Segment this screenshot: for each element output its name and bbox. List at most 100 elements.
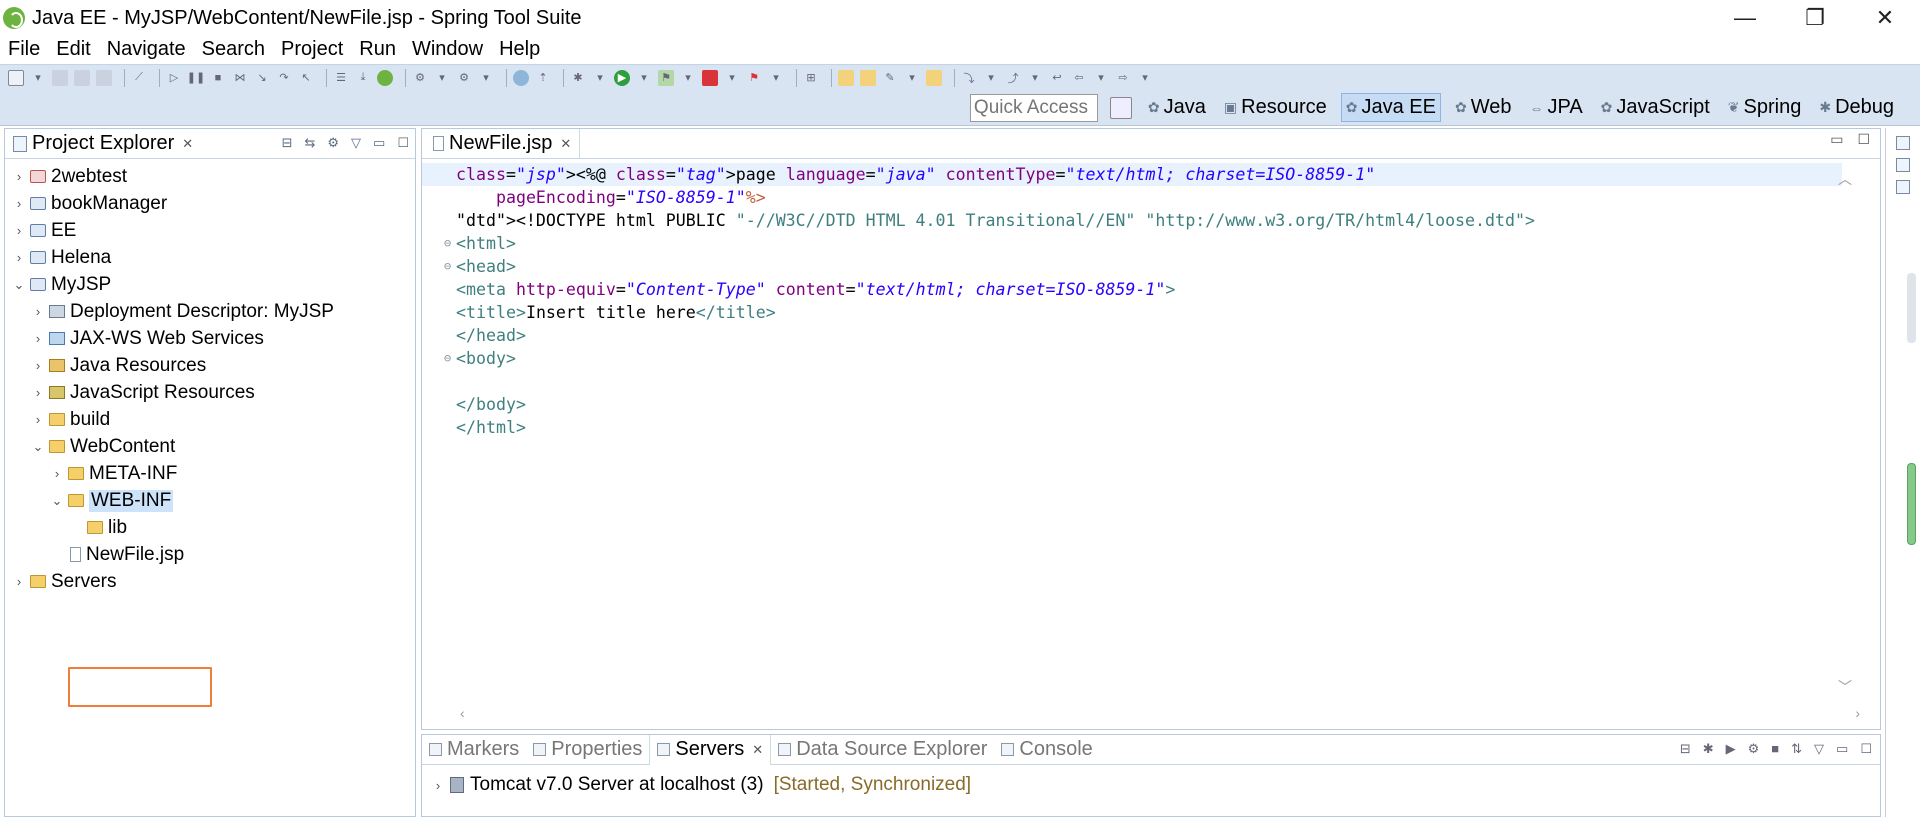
suspend-icon[interactable]: ❚❚ [187,70,205,86]
scroll-up-icon[interactable]: ︿ [1838,169,1852,189]
tree-item[interactable]: lib [5,514,415,541]
close-window-button[interactable]: ✕ [1850,0,1920,36]
tab-project-explorer[interactable]: Project Explorer ✕ [5,129,201,159]
chevron-right-icon[interactable]: › [11,250,27,265]
menu-edit[interactable]: Edit [56,38,90,61]
tab-newfile-jsp[interactable]: NewFile.jsp ✕ [422,128,581,159]
save-icon[interactable] [52,69,68,86]
next-annotation-icon[interactable]: ⤵ [961,70,977,86]
code-line[interactable]: <meta http-equiv="Content-Type" content=… [422,278,1842,301]
collapse-all-icon[interactable]: ⊟ [282,135,293,151]
chevron-right-icon[interactable]: › [11,196,27,211]
spring-dashboard-icon[interactable] [377,69,393,86]
restore-view-icon[interactable] [1896,136,1910,150]
dropdown-arrow-icon[interactable]: ▾ [904,70,920,86]
tab-data-source-explorer[interactable]: Data Source Explorer [771,735,994,765]
tree-item[interactable]: ⌄ WebContent [5,433,415,460]
chevron-right-icon[interactable]: › [30,358,46,373]
scroll-right-icon[interactable]: › [1855,705,1860,721]
scroll-left-icon[interactable]: ‹ [460,705,465,721]
open-task-icon[interactable] [926,69,942,86]
tree-item[interactable]: › EE [5,217,415,244]
external-tools-icon[interactable]: ⚑ [658,69,674,86]
tab-properties[interactable]: Properties [526,735,649,765]
step-over-icon[interactable]: ↷ [276,70,292,86]
chevron-right-icon[interactable]: › [11,169,27,184]
fold-toggle-icon[interactable]: ⊖ [444,347,451,370]
tree-item-selected[interactable]: ⌄ WEB-INF [5,487,415,514]
dropdown-arrow-icon[interactable]: ▾ [983,70,999,86]
perspective-web[interactable]: ✿ Web [1451,94,1516,121]
chevron-right-icon[interactable]: › [430,778,446,793]
menu-file[interactable]: File [8,38,40,61]
tree-item[interactable]: › bookManager [5,190,415,217]
dropdown-arrow-icon[interactable]: ▾ [30,70,46,86]
chevron-down-icon[interactable]: ⌄ [49,493,65,509]
code-line[interactable]: ⊖ <head> [422,255,1842,278]
tree-item[interactable]: ⌄ MyJSP [5,271,415,298]
relaunch-icon[interactable]: ⚑ [746,70,762,86]
quick-access-input[interactable] [969,93,1098,122]
drop-to-frame-icon[interactable]: ⤓ [355,70,371,86]
code-line[interactable] [422,370,1842,393]
overview-ruler-thumb[interactable] [1907,273,1916,343]
dropdown-arrow-icon[interactable]: ▾ [478,70,494,86]
open-web-browser-icon[interactable]: ⚙ [456,70,472,86]
code-editor[interactable]: class="jsp"><%@ class="tag">page languag… [422,163,1842,439]
perspective-spring[interactable]: ❦ Spring [1724,94,1806,121]
collapse-all-icon[interactable]: ⊟ [1680,741,1691,757]
tab-console[interactable]: Console [994,735,1099,765]
tree-item[interactable]: › JavaScript Resources [5,379,415,406]
open-type-icon[interactable]: ⊞ [803,70,819,86]
menu-run[interactable]: Run [359,38,396,61]
open-folder-icon[interactable] [860,69,876,86]
code-line[interactable]: ⊖ <body> [422,347,1842,370]
code-line[interactable]: </head> [422,324,1842,347]
filter-icon[interactable]: ⚙ [327,135,339,151]
disconnect-icon[interactable]: ⋈ [232,70,248,86]
tab-servers[interactable]: Servers ✕ [649,734,772,765]
publish-icon[interactable]: ⇡ [535,70,551,86]
restore-button[interactable]: ❐ [1780,0,1850,36]
stop-server-icon[interactable]: ■ [1771,741,1779,757]
code-line[interactable]: pageEncoding="ISO-8859-1"%> [422,186,1842,209]
last-edit-location-icon[interactable]: ↩ [1049,70,1065,86]
perspective-javascript[interactable]: ✿ JavaScript [1597,94,1714,121]
skip-breakpoints-icon[interactable]: ⟋ [131,70,147,86]
tree-item[interactable]: › Helena [5,244,415,271]
dropdown-arrow-icon[interactable]: ▾ [1093,70,1109,86]
dropdown-arrow-icon[interactable]: ▾ [1027,70,1043,86]
minimize-button[interactable]: — [1710,0,1780,36]
tree-item[interactable]: NewFile.jsp [5,541,415,568]
step-return-icon[interactable]: ↖ [298,70,314,86]
scroll-down-icon[interactable]: ﹀ [1838,677,1852,697]
menu-navigate[interactable]: Navigate [107,38,186,61]
globe-icon[interactable] [513,69,529,86]
maximize-editor-icon[interactable]: ☐ [1857,131,1870,148]
menu-project[interactable]: Project [281,38,343,61]
tree-item[interactable]: › JAX-WS Web Services [5,325,415,352]
task-list-icon[interactable]: ☰ [333,70,349,86]
perspective-java-ee[interactable]: ✿ Java EE [1340,93,1441,122]
close-tab-icon[interactable]: ✕ [752,742,763,758]
perspective-java[interactable]: ✿ Java [1144,94,1210,121]
minimize-view-icon[interactable]: ▭ [1836,741,1848,757]
chevron-right-icon[interactable]: › [49,466,65,481]
chevron-right-icon[interactable]: › [30,385,46,400]
start-debug-icon[interactable]: ✱ [1703,741,1714,757]
dropdown-arrow-icon[interactable]: ▾ [724,70,740,86]
link-with-editor-icon[interactable]: ⇆ [304,135,315,151]
server-row[interactable]: › Tomcat v7.0 Server at localhost (3) [S… [422,771,1880,799]
new-icon[interactable] [8,69,24,86]
previous-annotation-icon[interactable]: ⤴ [1005,70,1021,86]
chevron-right-icon[interactable]: › [30,331,46,346]
code-line[interactable]: class="jsp"><%@ class="tag">page languag… [422,163,1842,186]
dropdown-arrow-icon[interactable]: ▾ [636,70,652,86]
menu-window[interactable]: Window [412,38,483,61]
debug-icon[interactable]: ✱ [570,70,586,86]
tab-markers[interactable]: Markers [422,735,526,765]
new-java-project-icon[interactable] [838,69,854,86]
save-all-icon[interactable] [74,69,90,86]
chevron-down-icon[interactable]: ⌄ [30,439,46,455]
tree-item[interactable]: › META-INF [5,460,415,487]
